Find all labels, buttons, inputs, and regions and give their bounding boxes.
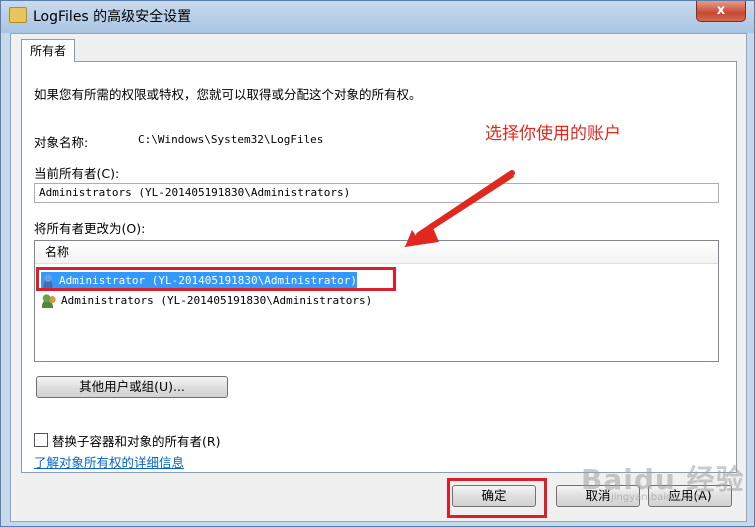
arrow-shaft	[416, 170, 515, 238]
annotation-arrow	[404, 170, 515, 247]
tab-owner[interactable]: 所有者	[21, 39, 76, 62]
highlight-ok-button	[447, 478, 547, 518]
watermark-sub: jingyan.baidu.com	[611, 492, 704, 503]
security-dialog-window: LogFiles 的高级安全设置 x 所有者 如果您有所需的权限或特权，您就可以…	[0, 0, 755, 527]
highlight-selected-account	[36, 267, 396, 291]
